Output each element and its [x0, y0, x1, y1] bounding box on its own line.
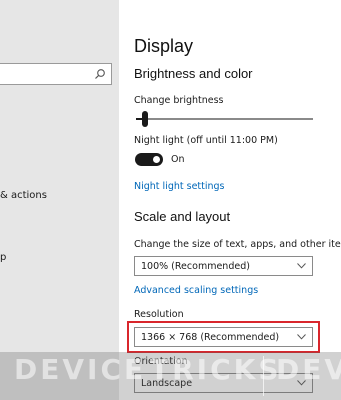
display-settings-page: Display Brightness and color Change brig… [119, 0, 341, 400]
brightness-slider-thumb[interactable] [142, 111, 148, 127]
page-title: Display [134, 36, 194, 56]
chevron-down-icon [297, 334, 306, 340]
night-light-settings-link[interactable]: Night light settings [134, 181, 225, 192]
resolution-label: Resolution [134, 309, 184, 320]
search-input[interactable] [0, 67, 97, 86]
night-light-toggle[interactable] [135, 153, 163, 166]
orientation-dropdown-value: Landscape [141, 378, 193, 389]
search-icon[interactable] [94, 68, 106, 80]
orientation-label: Orientation [134, 356, 188, 367]
resolution-dropdown[interactable]: 1366 × 768 (Recommended) [134, 327, 313, 347]
scale-dropdown[interactable]: 100% (Recommended) [134, 256, 313, 276]
orientation-dropdown[interactable]: Landscape [134, 373, 313, 393]
night-light-state: On [171, 154, 185, 165]
chevron-down-icon [297, 380, 306, 386]
nav-item-notifications-actions[interactable]: & actions [0, 190, 47, 201]
chevron-down-icon [297, 263, 306, 269]
advanced-scaling-settings-link[interactable]: Advanced scaling settings [134, 285, 258, 296]
brightness-color-heading: Brightness and color [134, 66, 253, 81]
change-brightness-label: Change brightness [134, 95, 224, 106]
nav-item-partial[interactable]: p [0, 252, 6, 263]
text-size-label: Change the size of text, apps, and other… [134, 239, 341, 250]
scale-layout-heading: Scale and layout [134, 209, 231, 224]
brightness-slider[interactable] [136, 111, 313, 127]
settings-nav-pane: & actions p [0, 0, 119, 400]
resolution-dropdown-value: 1366 × 768 (Recommended) [141, 332, 280, 343]
scale-dropdown-value: 100% (Recommended) [141, 261, 250, 272]
night-light-label: Night light (off until 11:00 PM) [134, 135, 278, 146]
settings-search-box[interactable] [0, 63, 112, 86]
toggle-knob [153, 156, 160, 163]
